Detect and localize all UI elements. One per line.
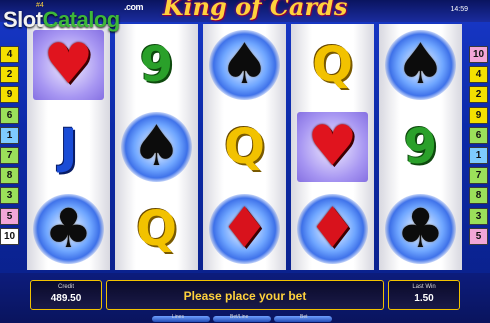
queen-symbol-icon: Q [312,37,353,93]
watermark-slot: Slot [3,7,43,32]
line-marker-right: 3 [469,207,488,225]
line-marker-left: 4 [0,46,19,63]
nine-symbol-icon: 9 [139,37,174,93]
line-marker-left: 5 [0,207,19,225]
club-symbol-icon: ♣ [396,197,445,260]
line-marker-left: 7 [0,146,19,164]
last-win-label: Last Win [412,284,436,290]
credit-value: 489.50 [50,293,82,304]
watermark-catalog: Catalog [42,7,121,32]
nine-symbol-icon: 9 [403,119,438,175]
watermark-com: .com [124,2,144,12]
credit-label: Credit [57,284,74,290]
heart-symbol-icon: ♥ [43,32,94,97]
diamond-symbol-icon: ♦ [307,196,358,261]
club-symbol-icon: ♣ [44,197,93,260]
status-message: Please place your bet [183,289,307,303]
spade-symbol-icon: ♠ [395,32,446,97]
reel-cell: 9 [115,24,198,106]
reel: Q ♥ ♦ [291,24,374,270]
reel-cell: 9 [379,106,462,188]
reel-cell: ♥ [291,106,374,188]
line-marker-right: 1 [469,146,488,164]
bet-line-label: Bet/Line [230,314,249,320]
diamond-symbol-icon: ♦ [219,196,270,261]
reel-cell: ♣ [379,188,462,270]
line-marker-left: 3 [0,187,19,205]
reel-cell: Q [291,24,374,106]
reel-cell: ♦ [203,188,286,270]
line-marker-left: 10 [0,227,19,245]
reel: ♠ 9 ♣ [379,24,462,270]
line-marker-left: 2 [0,66,19,84]
line-marker-left: 1 [0,126,19,144]
reel-cell: J [27,106,110,188]
last-win-box: Last Win 1.50 [388,280,460,310]
line-markers-right: 10 4 2 9 6 1 7 8 3 5 [469,46,489,248]
reel-cell: ♠ [203,24,286,106]
reel: ♠ Q ♦ [203,24,286,270]
reel-cell: Q [203,106,286,188]
line-marker-left: 8 [0,167,19,185]
spade-symbol-icon: ♠ [131,114,182,179]
reel-cell: ♠ [115,106,198,188]
line-markers-left: 4 2 9 6 1 7 8 3 5 10 [0,46,20,248]
reels: ♥ J ♣ 9 ♠ Q ♠ Q ♦ Q ♥ ♦ ♠ 9 ♣ [27,24,462,270]
reel: 9 ♠ Q [115,24,198,270]
jack-symbol-icon: J [59,119,78,175]
spade-symbol-icon: ♠ [219,32,270,97]
line-marker-left: 9 [0,86,19,104]
line-marker-right: 5 [469,227,488,245]
line-marker-right: 10 [469,46,488,63]
last-win-value: 1.50 [414,293,434,304]
bet-label: Bet [300,314,308,320]
game-screen: King of Cards #4 14:59 4 2 9 6 1 7 8 3 5 10 10 4 2 9… [0,0,490,323]
line-marker-right: 8 [469,187,488,205]
reel: ♥ J ♣ [27,24,110,270]
reel-cell: ♠ [379,24,462,106]
line-marker-right: 9 [469,106,488,124]
reel-cell: ♣ [27,188,110,270]
reel-cell: Q [115,188,198,270]
queen-symbol-icon: Q [136,201,177,257]
clock: 14:59 [450,6,468,13]
credit-box: Credit 489.50 [30,280,102,310]
game-title: King of Cards [162,0,348,21]
queen-symbol-icon: Q [224,119,265,175]
line-marker-right: 7 [469,167,488,185]
line-marker-right: 6 [469,126,488,144]
heart-symbol-icon: ♥ [307,114,358,179]
line-marker-left: 6 [0,106,19,124]
line-marker-right: 2 [469,86,488,104]
reel-cell: ♦ [291,188,374,270]
message-box: Please place your bet [106,280,384,310]
bottom-panel: Credit 489.50 Please place your bet Last… [0,273,490,323]
lines-label: Lines [172,314,184,320]
line-marker-right: 4 [469,66,488,84]
